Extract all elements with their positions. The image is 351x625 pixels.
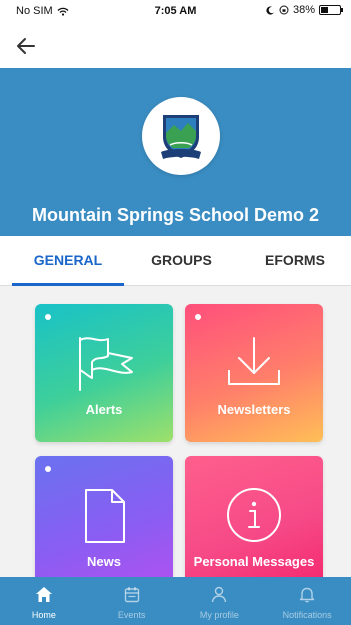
person-icon [212, 586, 227, 603]
tile-grid: Alerts Newsletters News Personal Message… [0, 286, 351, 577]
nav-events[interactable]: Events [88, 577, 176, 625]
download-icon [228, 337, 280, 385]
personal-messages-label: Personal Messages [193, 554, 315, 569]
nav-my-profile[interactable]: My profile [176, 577, 264, 625]
info-icon [227, 488, 281, 542]
alerts-label: Alerts [85, 402, 123, 417]
tab-bar: GENERAL GROUPS EFORMS [0, 236, 351, 286]
battery-icon [319, 5, 343, 15]
school-name: Mountain Springs School Demo 2 [31, 205, 319, 225]
school-logo [142, 97, 220, 175]
navigation-bar [0, 22, 351, 68]
newsletters-label: Newsletters [217, 402, 291, 417]
bottom-navigation: Home Events My profile Notifications [0, 577, 351, 625]
nav-my-profile-label: My profile [199, 610, 239, 620]
school-header: Mountain Springs School Demo 2 [0, 68, 351, 236]
newsletters-tile[interactable]: Newsletters [185, 304, 323, 442]
document-icon [85, 489, 125, 543]
orientation-lock-icon [279, 5, 289, 15]
status-bar: No SIM 7:05 AM 38% [0, 0, 351, 22]
status-right: 38% [266, 4, 343, 16]
school-crest-icon [161, 115, 201, 159]
home-icon [35, 587, 52, 602]
tab-eforms[interactable]: EFORMS [239, 236, 351, 286]
news-tile[interactable]: News [35, 456, 173, 577]
news-label: News [87, 554, 121, 569]
unread-dot [45, 314, 51, 320]
flag-icon [79, 337, 133, 391]
nav-home[interactable]: Home [0, 577, 88, 625]
unread-dot [45, 466, 51, 472]
nav-notifications[interactable]: Notifications [263, 577, 351, 625]
nav-notifications-label: Notifications [282, 610, 332, 620]
nav-home-label: Home [31, 610, 56, 620]
alerts-tile[interactable]: Alerts [35, 304, 173, 442]
calendar-icon [124, 587, 139, 603]
back-arrow-icon[interactable] [14, 34, 38, 58]
tab-groups[interactable]: GROUPS [124, 236, 239, 286]
battery-percent: 38% [292, 4, 315, 16]
personal-messages-tile[interactable]: Personal Messages [185, 456, 323, 577]
nav-events-label: Events [117, 610, 146, 620]
unread-dot [195, 314, 201, 320]
tab-general[interactable]: GENERAL [12, 236, 124, 286]
moon-icon [266, 5, 275, 15]
bell-icon [299, 587, 315, 603]
